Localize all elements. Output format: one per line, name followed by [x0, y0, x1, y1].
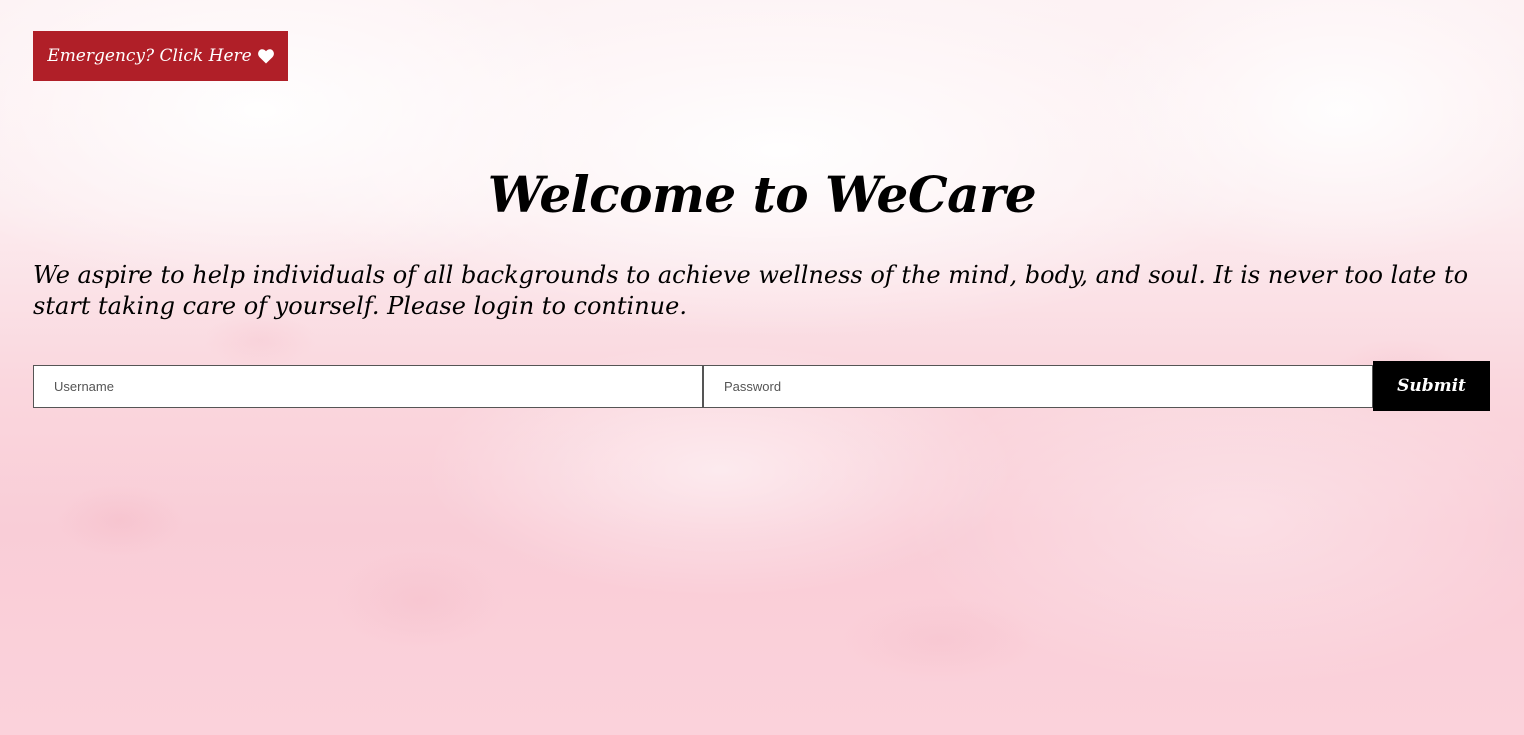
username-input[interactable] — [33, 364, 703, 408]
intro-text: We aspire to help individuals of all bac… — [33, 261, 1469, 320]
page-title: Welcome to WeCare — [487, 165, 1037, 224]
submit-button[interactable]: Submit — [1373, 361, 1490, 411]
emergency-button-label: Emergency? Click Here — [47, 46, 252, 66]
heart-icon — [257, 48, 274, 64]
password-input[interactable] — [703, 364, 1373, 408]
emergency-button[interactable]: Emergency? Click Here — [33, 31, 288, 81]
login-form: Submit — [33, 361, 1490, 411]
